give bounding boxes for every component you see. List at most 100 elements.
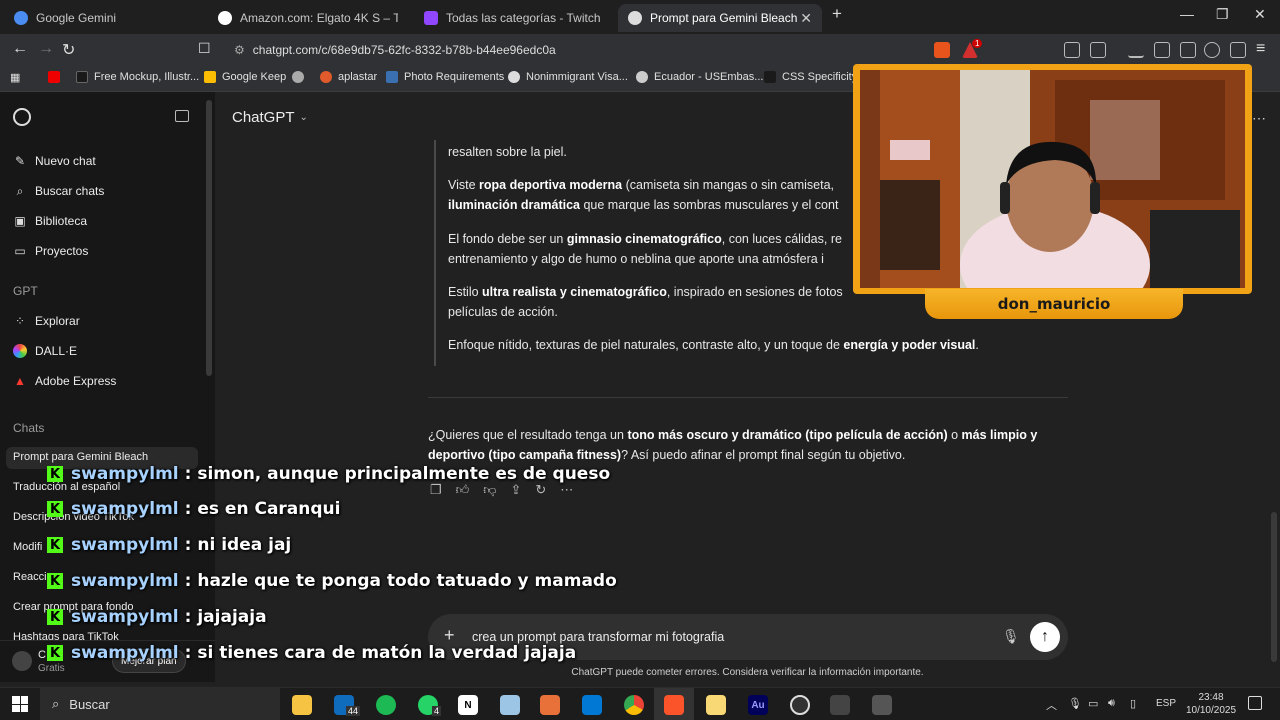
seal-icon xyxy=(508,71,520,83)
file-explorer-store-icon[interactable] xyxy=(292,695,312,715)
app-icon[interactable] xyxy=(500,695,520,715)
main-scrollbar[interactable] xyxy=(1271,512,1277,662)
show-hidden-icons[interactable]: ︿ xyxy=(1046,697,1057,713)
obs-icon[interactable] xyxy=(790,695,810,715)
taskbar-search-box[interactable]: ⌕ Buscar xyxy=(40,688,280,720)
menu-icon[interactable]: ≡ xyxy=(1256,40,1265,58)
kick-badge-icon: K xyxy=(47,537,63,553)
model-selector[interactable]: ChatGPT ⌄ xyxy=(232,109,308,126)
bookmark-ecuador-usembassy[interactable]: Ecuador - USEmbas... xyxy=(636,71,763,83)
keep-icon xyxy=(204,71,216,83)
new-tab-icon[interactable]: + xyxy=(832,4,842,24)
mockup-icon xyxy=(76,71,88,83)
brave-icon xyxy=(664,695,684,715)
bookmark-label: aplastar xyxy=(338,71,378,83)
bookmark-icon[interactable]: ☐ xyxy=(198,40,211,57)
back-icon[interactable]: ← xyxy=(12,40,28,58)
bookmark-google-keep[interactable]: Google Keep xyxy=(204,71,286,83)
sidebar-toggle-icon[interactable] xyxy=(1154,42,1170,58)
message-question: ¿Quieres que el resultado tenga un tono … xyxy=(428,428,1038,462)
sidebar-item-label: Biblioteca xyxy=(35,214,88,228)
sidebar-item-label: Proyectos xyxy=(35,244,89,258)
close-window-icon[interactable]: ✕ xyxy=(1254,6,1266,23)
bookmark-free-mockup[interactable]: Free Mockup, Illustr... xyxy=(76,71,199,83)
more-options-icon[interactable]: ⋯ xyxy=(1252,110,1266,127)
search-icon: ⌕ xyxy=(52,696,60,711)
sidebar-item-library[interactable]: ▣ Biblioteca xyxy=(13,214,87,228)
download-icon[interactable] xyxy=(1128,42,1144,58)
bookmark-aplastar[interactable]: aplastar xyxy=(320,71,377,83)
tab-prompt-gemini-bleach[interactable]: Prompt para Gemini Bleach ✕ xyxy=(618,4,822,32)
sidebar-item-new-chat[interactable]: ✎ Nuevo chat xyxy=(13,154,96,168)
vpn-icon[interactable] xyxy=(1230,42,1246,58)
send-button[interactable]: ↑ xyxy=(1030,622,1060,652)
sidebar-item-dalle[interactable]: DALL·E xyxy=(13,344,77,358)
reload-icon[interactable]: ↻ xyxy=(62,40,75,60)
bookmark-label: Free Mockup, Illustr... xyxy=(94,71,200,83)
spotify-icon[interactable] xyxy=(376,695,396,715)
audition-icon[interactable]: Au xyxy=(748,695,768,715)
minimize-icon[interactable]: — xyxy=(1180,6,1194,22)
network-icon[interactable]: ▭ xyxy=(1088,697,1098,710)
kick-badge-icon: K xyxy=(47,609,63,625)
extensions-icon[interactable] xyxy=(1064,42,1080,58)
brave-shield-icon[interactable] xyxy=(934,42,950,58)
message-paragraph: resalten sobre la piel. xyxy=(448,145,567,159)
notion-icon[interactable]: N xyxy=(458,695,478,715)
site-info-icon[interactable]: ⚙ xyxy=(234,43,245,57)
volume-icon[interactable]: 🔊︎ xyxy=(1108,697,1115,710)
sidebar-item-search-chats[interactable]: ⌕ Buscar chats xyxy=(13,184,105,199)
url-field[interactable]: ⚙ chatgpt.com/c/68e9db75-62fc-8332-b78b-… xyxy=(222,38,922,62)
windows-start-icon[interactable] xyxy=(12,696,28,712)
maximize-icon[interactable]: ❐ xyxy=(1216,6,1229,23)
bookmark-aplastar-globe[interactable] xyxy=(292,71,310,83)
bookmark-nonimmigrant-visa[interactable]: Nonimmigrant Visa... xyxy=(508,71,628,83)
microphone-tray-icon[interactable]: 🎙︎ xyxy=(1068,697,1082,710)
search-placeholder: Buscar xyxy=(69,696,110,712)
sidebar-item-explore[interactable]: ⁘ Explorar xyxy=(13,314,80,328)
microphone-icon[interactable]: 🎙︎ xyxy=(1002,628,1020,645)
chat-history-item[interactable]: Reacci xyxy=(13,571,47,583)
taskbar-active-app[interactable] xyxy=(654,688,694,720)
tab-twitch[interactable]: Todas las categorías - Twitch xyxy=(414,4,614,32)
sidebar-scrollbar[interactable] xyxy=(206,100,212,376)
app-icon[interactable] xyxy=(872,695,892,715)
close-sidebar-icon[interactable] xyxy=(175,110,189,122)
chat-text: : simon, aunque principalmente es de que… xyxy=(184,464,611,484)
chat-username: swampylml xyxy=(71,607,179,627)
apps-grid-icon[interactable]: ▦ xyxy=(10,71,20,84)
folder-icon[interactable] xyxy=(706,695,726,715)
app-orange-icon[interactable] xyxy=(540,695,560,715)
vscode-icon[interactable] xyxy=(582,695,602,715)
openai-logo-icon[interactable] xyxy=(13,108,31,126)
sidebar-item-adobe-express[interactable]: ▲ Adobe Express xyxy=(13,374,116,388)
notification-badge: 1 xyxy=(972,39,983,48)
message-paragraph: Estilo ultra realista y cinematográfico,… xyxy=(448,285,843,319)
chat-text: : es en Caranqui xyxy=(184,499,341,519)
wallet-icon[interactable] xyxy=(1180,42,1196,58)
app-icon[interactable] xyxy=(830,695,850,715)
bookmark-photo-requirements[interactable]: Photo Requirements xyxy=(386,71,504,83)
bookmark-youtube[interactable] xyxy=(48,71,66,83)
screenshot-icon[interactable] xyxy=(1090,42,1106,58)
language-indicator[interactable]: ESP xyxy=(1156,698,1176,709)
stream-chat-message: Kswampylml: si tienes cara de matón la v… xyxy=(47,642,576,664)
leo-icon[interactable] xyxy=(1204,42,1220,58)
chrome-icon[interactable] xyxy=(624,695,644,715)
tab-amazon[interactable]: Amazon.com: Elgato 4K S – Tarjeta de xyxy=(208,4,408,32)
clock[interactable]: 23:48 10/10/2025 xyxy=(1184,691,1238,717)
embassy-icon xyxy=(636,71,648,83)
clock-date: 10/10/2025 xyxy=(1185,705,1237,716)
bookmark-label: Nonimmigrant Visa... xyxy=(526,71,628,83)
close-tab-icon[interactable]: ✕ xyxy=(800,10,812,27)
tab-label: Todas las categorías - Twitch xyxy=(446,11,601,25)
sidebar-item-projects[interactable]: ▭ Proyectos xyxy=(13,244,88,258)
chat-username: swampylml xyxy=(71,499,179,519)
tab-google-gemini[interactable]: Google Gemini xyxy=(4,4,204,32)
forward-icon[interactable]: → xyxy=(38,40,54,58)
notifications-icon[interactable] xyxy=(1248,696,1262,710)
battery-icon[interactable]: ▯ xyxy=(1130,697,1136,710)
sidebar-item-label: DALL·E xyxy=(35,344,78,358)
chat-history-item[interactable]: Modifi xyxy=(13,541,42,553)
doc-icon xyxy=(386,71,398,83)
